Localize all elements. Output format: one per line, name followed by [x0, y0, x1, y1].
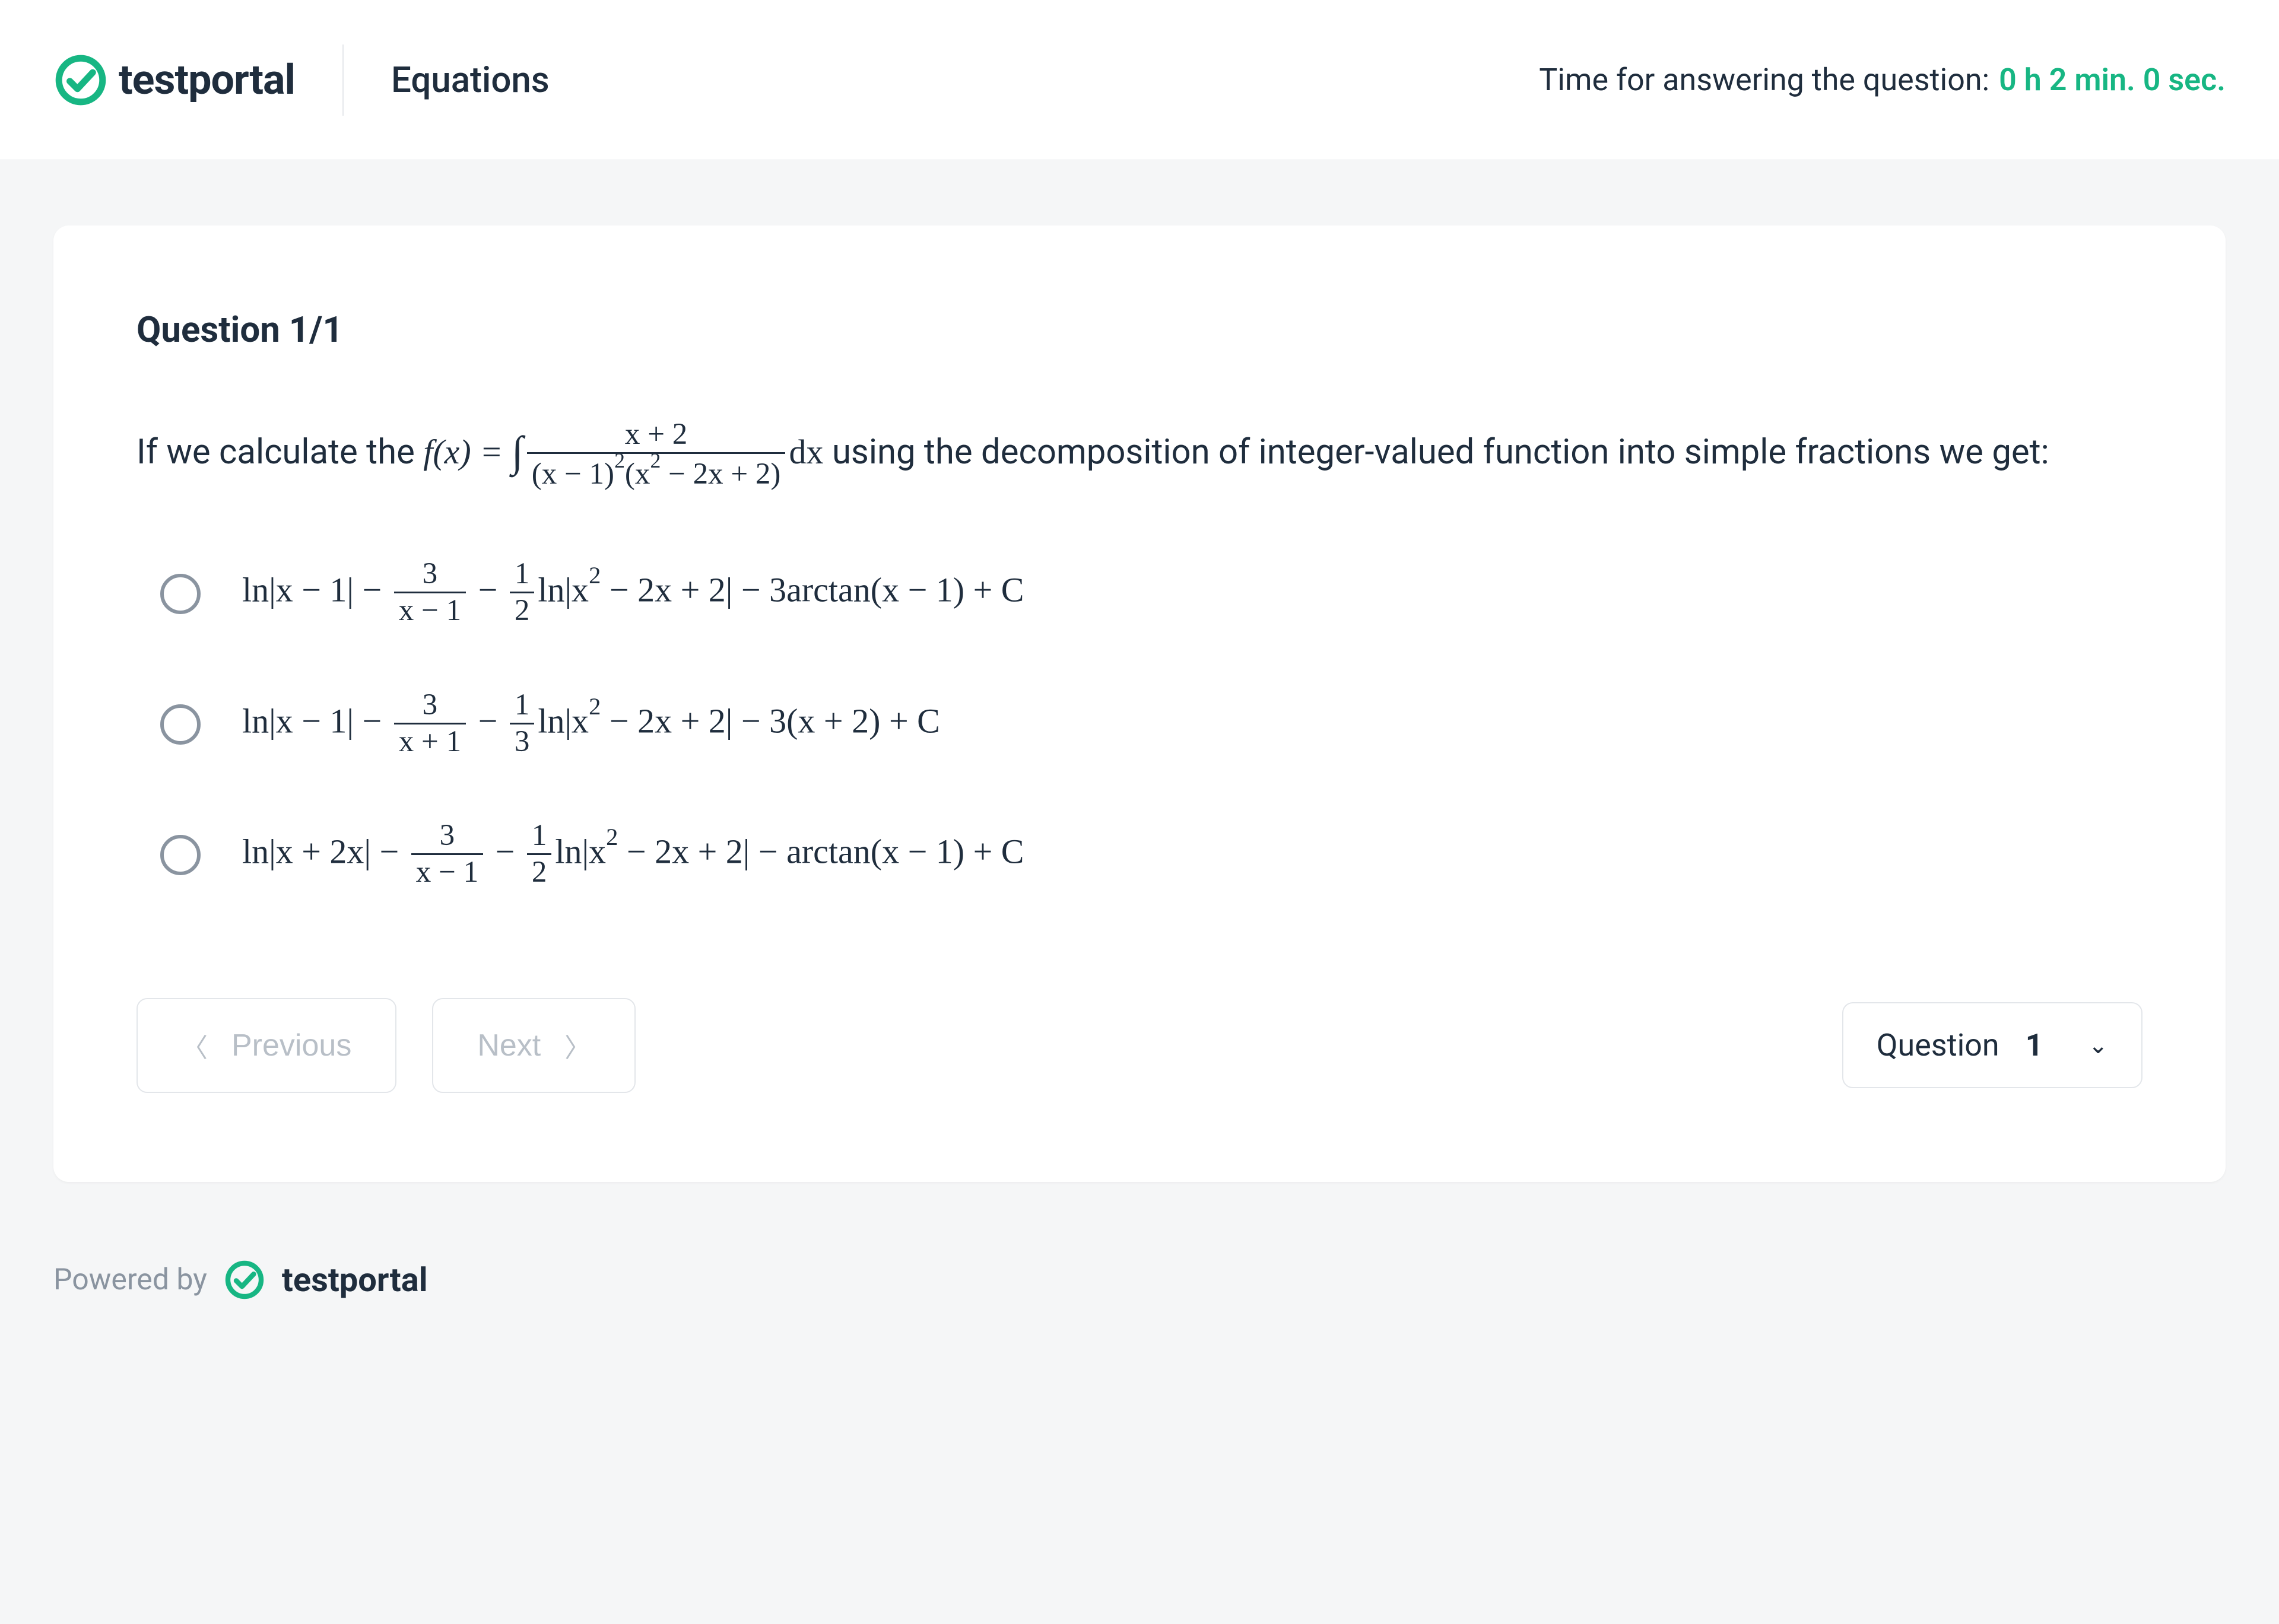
- question-counter: Question 1/1: [137, 309, 2142, 351]
- radio-icon: [160, 574, 201, 614]
- answer-list: ln|x − 1| − 3x − 1 − 12ln|x2 − 2x + 2| −…: [137, 558, 2142, 891]
- question-text-after: using the decomposition of integer-value…: [832, 432, 2049, 472]
- chevron-left-icon: 〈: [182, 1026, 208, 1064]
- timer-value: 0 h 2 min. 0 sec.: [1999, 62, 2226, 98]
- question-text-before: If we calculate the: [137, 432, 423, 472]
- previous-button[interactable]: 〈 Previous: [137, 998, 396, 1093]
- powered-by-text: Powered by: [53, 1263, 207, 1297]
- timer: Time for answering the question: 0 h 2 m…: [1539, 62, 2226, 98]
- answer-text: ln|x + 2x| − 3x − 1 − 12ln|x2 − 2x + 2| …: [242, 819, 1024, 891]
- answer-option[interactable]: ln|x − 1| − 3x + 1 − 13ln|x2 − 2x + 2| −…: [160, 689, 2142, 760]
- radio-icon: [160, 704, 201, 745]
- question-text: If we calculate the f(x) = ∫ x + 2 (x − …: [137, 416, 2142, 492]
- integrand-fraction: x + 2 (x − 1)2(x2 − 2x + 2): [527, 417, 786, 491]
- check-circle-icon: [224, 1259, 265, 1301]
- radio-icon: [160, 835, 201, 875]
- brand-logo[interactable]: testportal: [53, 45, 344, 116]
- question-formula: f(x) = ∫ x + 2 (x − 1)2(x2 − 2x + 2) dx: [423, 433, 832, 471]
- app-header: testportal Equations Time for answering …: [0, 0, 2279, 160]
- question-selector[interactable]: Question 1 ⌄: [1842, 1002, 2142, 1088]
- brand-text: testportal: [119, 56, 295, 104]
- check-circle-icon: [53, 53, 108, 107]
- answer-option[interactable]: ln|x − 1| − 3x − 1 − 12ln|x2 − 2x + 2| −…: [160, 558, 2142, 629]
- answer-option[interactable]: ln|x + 2x| − 3x − 1 − 12ln|x2 − 2x + 2| …: [160, 819, 2142, 891]
- question-card: Question 1/1 If we calculate the f(x) = …: [53, 225, 2226, 1182]
- chevron-down-icon: ⌄: [2088, 1031, 2108, 1059]
- page-title: Equations: [344, 59, 550, 101]
- answer-text: ln|x − 1| − 3x − 1 − 12ln|x2 − 2x + 2| −…: [242, 558, 1024, 629]
- integral-icon: ∫: [512, 427, 523, 475]
- chevron-right-icon: 〉: [564, 1026, 591, 1064]
- timer-label: Time for answering the question:: [1539, 62, 1989, 98]
- powered-by: Powered by testportal: [53, 1182, 2226, 1301]
- next-button[interactable]: Next 〉: [432, 998, 636, 1093]
- question-footer: 〈 Previous Next 〉 Question 1 ⌄: [137, 998, 2142, 1093]
- powered-by-brand: testportal: [282, 1260, 428, 1299]
- answer-text: ln|x − 1| − 3x + 1 − 13ln|x2 − 2x + 2| −…: [242, 689, 940, 760]
